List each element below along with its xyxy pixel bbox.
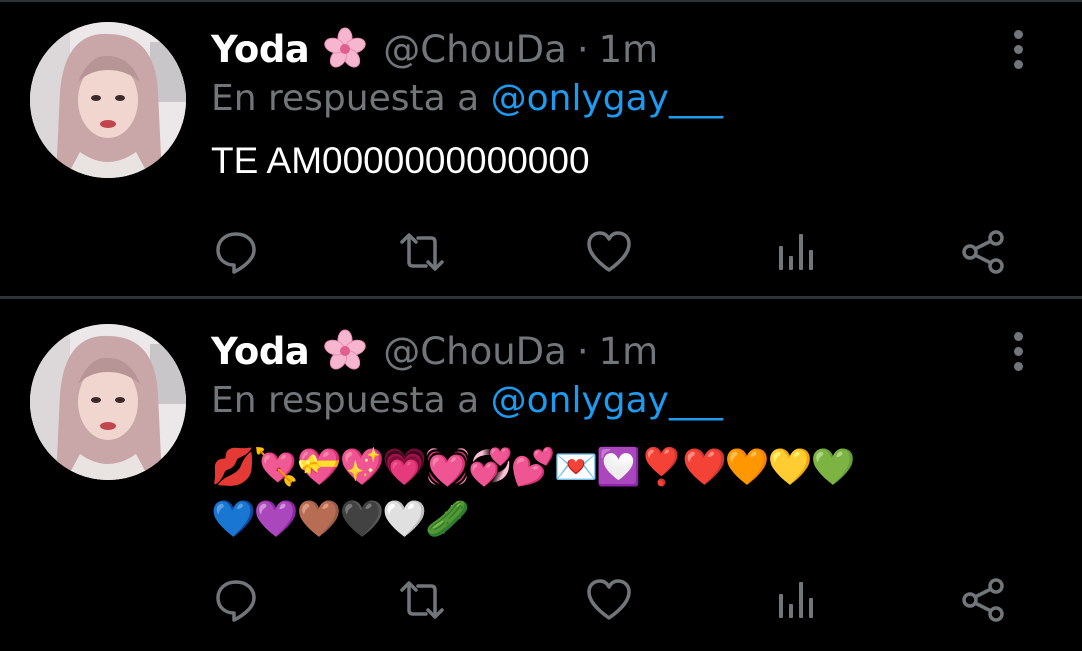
emoji-line: 💋💘💝💖💗💓💞💕💌💟❣️❤️🧡💛💚	[211, 447, 855, 488]
separator-dot: ·	[576, 27, 589, 71]
retweet-icon[interactable]	[398, 228, 446, 276]
cherry-blossom-icon	[323, 27, 367, 71]
reply-prefix: En respuesta a	[211, 380, 480, 421]
display-name[interactable]: Yoda	[211, 28, 310, 71]
avatar[interactable]	[30, 22, 186, 178]
reply-icon[interactable]	[212, 228, 260, 276]
analytics-icon[interactable]	[772, 228, 820, 276]
tweet-header: Yoda @ChouDa · 1m	[211, 24, 658, 74]
tweet-header: Yoda @ChouDa · 1m	[211, 326, 658, 376]
user-handle[interactable]: @ChouDa	[383, 28, 567, 71]
reply-context: En respuesta a @onlygay___	[211, 380, 723, 421]
cherry-blossom-icon	[323, 329, 367, 373]
reply-mention-link[interactable]: @onlygay___	[491, 78, 723, 119]
share-icon[interactable]	[960, 576, 1008, 624]
tweet[interactable]: Yoda @ChouDa · 1m En respuesta a @onlyga…	[0, 302, 1082, 622]
emoji-line: 💙💜🤎🖤🤍🥒	[211, 499, 470, 540]
tweet[interactable]: Yoda @ChouDa · 1m En respuesta a @onlyga…	[0, 0, 1082, 300]
user-handle[interactable]: @ChouDa	[383, 330, 567, 373]
tweet-text: 💋💘💝💖💗💓💞💕💌💟❣️❤️🧡💛💚 💙💜🤎🖤🤍🥒	[211, 442, 1031, 546]
tweet-divider	[0, 296, 1082, 299]
retweet-icon[interactable]	[398, 576, 446, 624]
reply-prefix: En respuesta a	[211, 78, 480, 119]
timestamp[interactable]: 1m	[599, 330, 659, 373]
tweet-text: TE AM0000000000000	[211, 140, 590, 181]
reply-mention-link[interactable]: @onlygay___	[491, 380, 723, 421]
reply-icon[interactable]	[212, 576, 260, 624]
avatar[interactable]	[30, 324, 186, 480]
display-name[interactable]: Yoda	[211, 330, 310, 373]
more-vertical-icon[interactable]	[1008, 30, 1030, 70]
timestamp[interactable]: 1m	[599, 28, 659, 71]
more-vertical-icon[interactable]	[1008, 332, 1030, 372]
separator-dot: ·	[576, 329, 589, 373]
reply-context: En respuesta a @onlygay___	[211, 78, 723, 119]
share-icon[interactable]	[960, 228, 1008, 276]
heart-icon[interactable]	[585, 228, 633, 276]
analytics-icon[interactable]	[772, 576, 820, 624]
heart-icon[interactable]	[585, 576, 633, 624]
